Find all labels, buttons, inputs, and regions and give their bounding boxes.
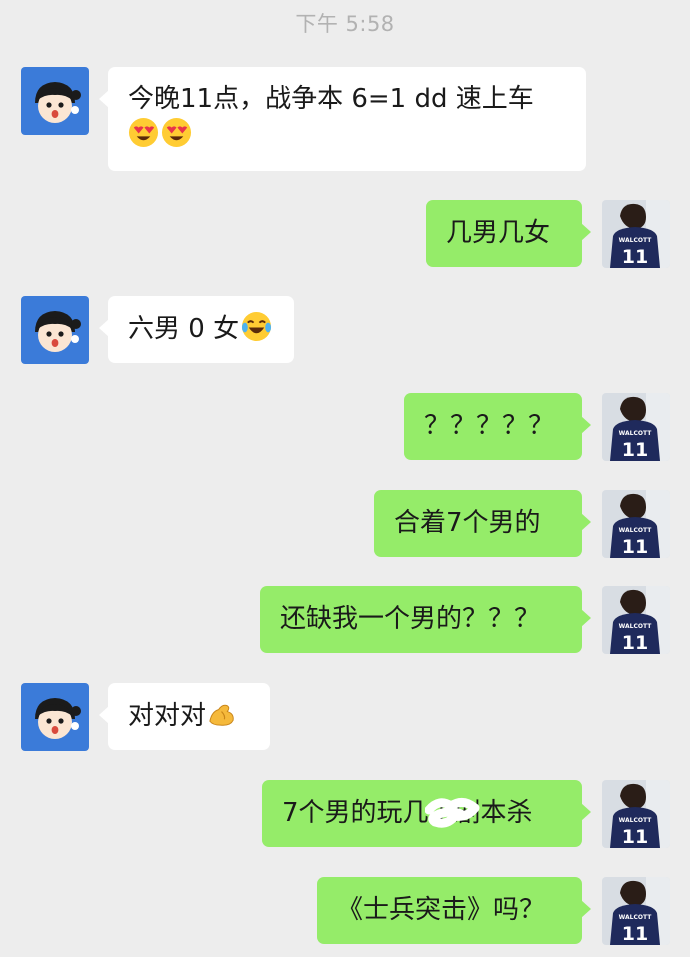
- cartoon-boy-avatar-icon: [21, 683, 89, 751]
- friend-avatar[interactable]: [21, 683, 89, 751]
- svg-text:11: 11: [622, 923, 648, 945]
- jersey-11-avatar-icon: WALCOTT 11: [602, 780, 670, 848]
- message-text: 7个男的玩几个剧本杀: [282, 798, 533, 828]
- message-row: 对对对: [0, 683, 690, 751]
- svg-text:11: 11: [622, 246, 648, 268]
- jersey-11-avatar-icon: WALCOTT 11: [602, 490, 670, 558]
- friend-avatar[interactable]: [21, 67, 89, 135]
- message-text: 六男 0 女: [128, 314, 240, 344]
- message-text: 今晚11点，战争本 6=1 dd 速上车: [128, 84, 534, 114]
- outgoing-message-bubble[interactable]: 几男几女: [426, 200, 591, 267]
- svg-text:WALCOTT: WALCOTT: [619, 237, 653, 244]
- incoming-message-bubble[interactable]: 六男 0 女: [99, 296, 294, 363]
- svg-text:11: 11: [622, 439, 648, 461]
- tears-of-joy-emoji-icon: [242, 311, 272, 342]
- svg-text:WALCOTT: WALCOTT: [619, 817, 653, 824]
- message-text: 几男几女: [446, 218, 551, 248]
- jersey-11-avatar-icon: WALCOTT 11: [602, 877, 670, 945]
- cartoon-boy-avatar-icon: [21, 296, 89, 364]
- flexed-biceps-emoji-icon: [209, 704, 234, 726]
- jersey-11-avatar-icon: WALCOTT 11: [602, 200, 670, 268]
- incoming-message-bubble[interactable]: 今晚11点，战争本 6=1 dd 速上车: [99, 67, 586, 171]
- svg-text:WALCOTT: WALCOTT: [619, 914, 653, 921]
- self-avatar[interactable]: WALCOTT 11: [602, 780, 670, 848]
- heart-eyes-emoji-icon: [128, 117, 159, 148]
- message-row: ？？？？？ WALCOTT 11: [0, 393, 690, 461]
- svg-text:WALCOTT: WALCOTT: [619, 527, 653, 534]
- friend-avatar[interactable]: [21, 296, 89, 364]
- incoming-message-bubble[interactable]: 对对对: [99, 683, 270, 750]
- self-avatar[interactable]: WALCOTT 11: [602, 200, 670, 268]
- svg-text:WALCOTT: WALCOTT: [619, 623, 653, 630]
- self-avatar[interactable]: WALCOTT 11: [602, 490, 670, 558]
- outgoing-message-bubble[interactable]: 7个男的玩几个剧本杀: [262, 780, 591, 847]
- cartoon-boy-avatar-icon: [21, 67, 89, 135]
- message-row: 7个男的玩几个剧本杀 WALCOTT 11: [0, 780, 690, 848]
- message-row: 今晚11点，战争本 6=1 dd 速上车: [0, 67, 690, 171]
- message-row: 六男 0 女: [0, 296, 690, 364]
- message-row: 还缺我一个男的？？？ WALCOTT 11: [0, 586, 690, 654]
- svg-text:11: 11: [622, 632, 648, 654]
- message-text: 还缺我一个男的？？？: [280, 604, 541, 634]
- jersey-11-avatar-icon: WALCOTT 11: [602, 586, 670, 654]
- jersey-11-avatar-icon: WALCOTT 11: [602, 393, 670, 461]
- svg-text:11: 11: [622, 826, 648, 848]
- self-avatar[interactable]: WALCOTT 11: [602, 393, 670, 461]
- message-row: 几男几女 WALCOTT 11: [0, 200, 690, 268]
- svg-text:11: 11: [622, 536, 648, 558]
- heart-eyes-emoji-icon: [161, 117, 192, 148]
- outgoing-message-bubble[interactable]: 合着7个男的: [374, 490, 591, 557]
- chat-timestamp: 下午 5:58: [295, 12, 395, 36]
- outgoing-message-bubble[interactable]: 《士兵突击》吗？: [317, 877, 591, 944]
- message-text: 合着7个男的: [394, 508, 541, 538]
- self-avatar[interactable]: WALCOTT 11: [602, 586, 670, 654]
- message-text: 《士兵突击》吗？: [337, 895, 546, 925]
- message-row: 合着7个男的 WALCOTT 11: [0, 490, 690, 558]
- message-text: ？？？？？: [424, 411, 555, 441]
- message-row: 《士兵突击》吗？ WALCOTT 11: [0, 877, 690, 945]
- message-text: 对对对: [128, 701, 207, 731]
- outgoing-message-bubble[interactable]: 还缺我一个男的？？？: [260, 586, 591, 653]
- outgoing-message-bubble[interactable]: ？？？？？: [404, 393, 591, 460]
- svg-text:WALCOTT: WALCOTT: [619, 430, 653, 437]
- self-avatar[interactable]: WALCOTT 11: [602, 877, 670, 945]
